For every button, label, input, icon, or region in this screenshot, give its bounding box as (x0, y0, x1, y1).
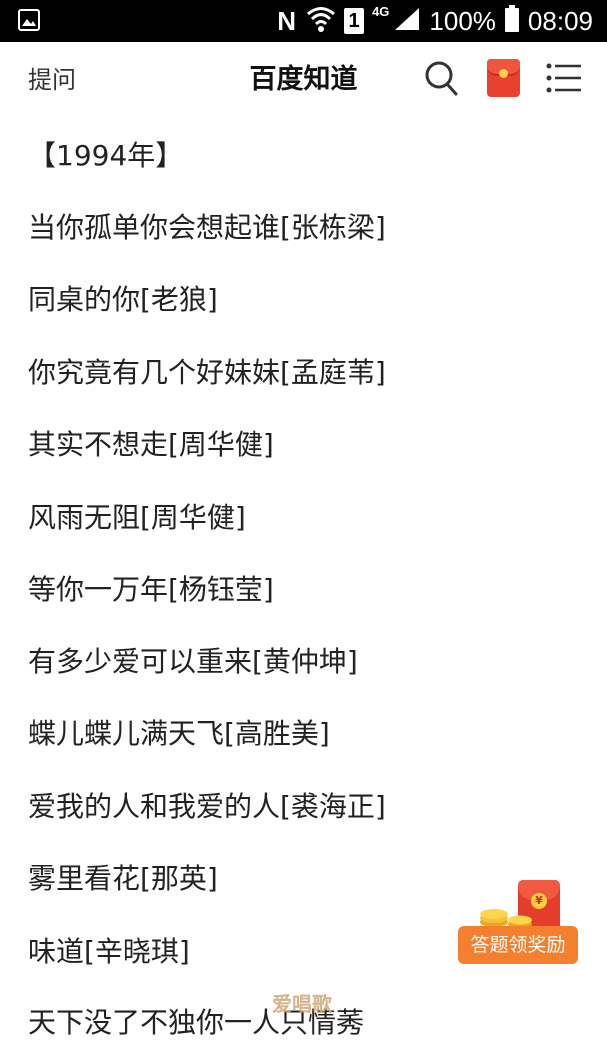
signal-strength-icon (393, 6, 421, 37)
answer-reward-button[interactable]: ¥ 答题领奖励 (458, 878, 582, 970)
clock: 08:09 (527, 5, 593, 36)
list-item: 风雨无阻[周华健] (28, 501, 246, 534)
year-heading: 【1994年】 (28, 139, 184, 172)
nfc-indicator: N (277, 5, 297, 36)
status-bar: N 1 4G 100% 08:09 (0, 0, 607, 42)
network-type-label: 4G (372, 3, 390, 19)
list-item: 雾里看花[那英] (28, 862, 218, 895)
list-item: 等你一万年[杨钰莹] (28, 573, 274, 606)
red-packet-icon[interactable] (487, 59, 520, 97)
app-header: 提问 百度知道 (0, 42, 607, 114)
list-item: 同桌的你[老狼] (28, 283, 218, 316)
ask-question-link[interactable]: 提问 (28, 60, 76, 95)
battery-icon (504, 4, 520, 38)
list-item: 有多少爱可以重来[黄仲坤] (28, 645, 358, 678)
list-item: 味道[辛晓琪] (28, 935, 190, 968)
menu-icon[interactable] (546, 62, 582, 94)
wifi-icon (306, 5, 336, 38)
list-item: 其实不想走[周华健] (28, 428, 274, 461)
list-item: 当你孤单你会想起谁[张栋梁] (28, 211, 386, 244)
battery-percentage: 100% (429, 5, 496, 36)
list-item: 蝶儿蝶儿满天飞[高胜美] (28, 717, 330, 750)
search-icon[interactable] (424, 60, 458, 96)
list-item: 你究竟有几个好妹妹[孟庭苇] (28, 356, 386, 389)
gallery-notification-icon (18, 9, 40, 36)
sim-card-icon: 1 (344, 8, 365, 34)
reward-label: 答题领奖励 (458, 926, 578, 964)
list-item: 爱我的人和我爱的人[裘海正] (28, 790, 386, 823)
watermark: 爱唱歌 (272, 992, 332, 1016)
